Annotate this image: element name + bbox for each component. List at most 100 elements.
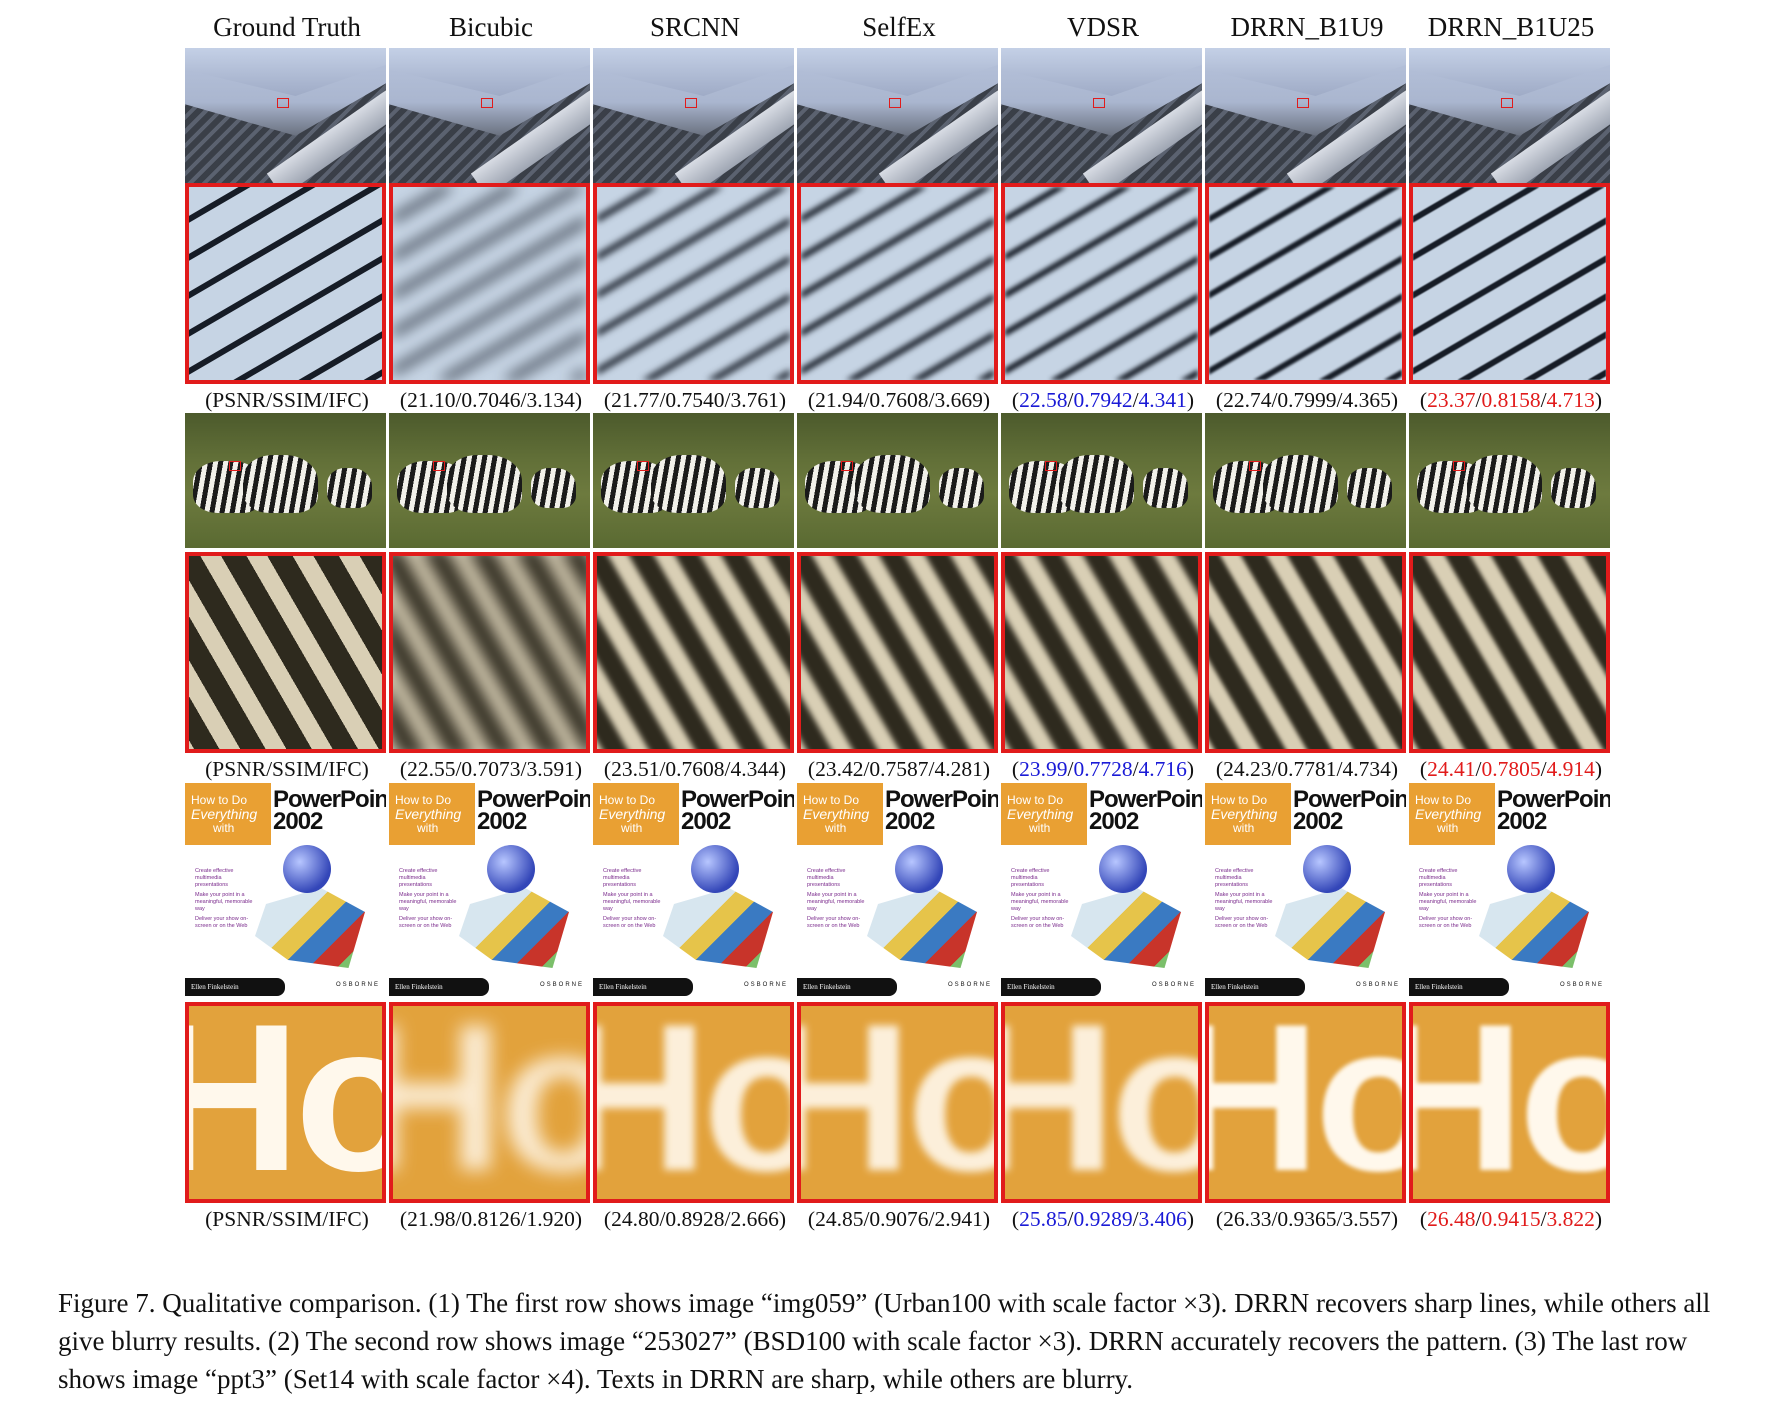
- sky-region: [1409, 48, 1610, 96]
- column-header: VDSR: [1066, 12, 1140, 42]
- metric-label: (24.85/0.9076/2.941): [807, 1207, 991, 1231]
- cover-how-to: How to Do: [803, 793, 860, 807]
- cover-publisher: OSBORNE: [1355, 982, 1400, 988]
- zebra-shape: [327, 468, 372, 508]
- zebra-shape: [243, 455, 318, 513]
- zoom-region-marker: [841, 461, 853, 471]
- cover-title: PowerPoint 2002: [1089, 788, 1202, 834]
- text-zoom-crop: Ho: [797, 1002, 998, 1203]
- zoom-region-marker: [637, 461, 649, 471]
- metric-value: 3.822: [1546, 1207, 1595, 1231]
- metric-value: 0.8158: [1481, 388, 1541, 412]
- building-thumbnail: [185, 48, 386, 183]
- metric-label: (21.94/0.7608/3.669): [807, 388, 991, 412]
- stripe-line: [502, 331, 586, 380]
- zebra-zoom-crop: [1409, 552, 1610, 753]
- column-headers: Ground Truth Bicubic SRCNN SelfEx VDSR D…: [185, 12, 1610, 52]
- metric-value: 3.406: [1138, 1207, 1187, 1231]
- stripe-line: [567, 369, 586, 380]
- column-header: SRCNN: [649, 12, 741, 42]
- cover-bullet: Make your point in a meaningful, memorab…: [603, 892, 661, 912]
- cover-series-text: How to Do Everything with: [395, 793, 461, 835]
- cover-bullet: Deliver your show on-screen or on the We…: [603, 916, 657, 929]
- book-cover-thumbnail: How to Do Everything with PowerPoint 2002 Cre…: [1205, 783, 1406, 998]
- book-cover-thumbnail: How to Do Everything with PowerPoint 2002 Cre…: [593, 783, 794, 998]
- cover-bullet: Create effective multimedia presentation…: [195, 868, 234, 888]
- building-thumbnail: [1205, 48, 1406, 183]
- metric-value: 0.7728: [1073, 757, 1133, 781]
- metric-value: 23.37: [1427, 388, 1476, 412]
- cover-series-text: How to Do Everything with: [1415, 793, 1481, 835]
- stripe-line: [597, 187, 659, 223]
- stripe-pattern: [597, 187, 790, 380]
- text-zoom-crop: Ho: [593, 1002, 794, 1203]
- cover-author: Ellen Finkelstein: [185, 978, 285, 996]
- figure-caption: Figure 7. Qualitative comparison. (1) Th…: [58, 1284, 1738, 1398]
- cover-illustration: [663, 888, 773, 968]
- cover-bullet: Make your point in a meaningful, memorab…: [1011, 892, 1069, 912]
- globe-illustration: [283, 845, 331, 893]
- metric-label: (23.37/0.8158/4.713): [1419, 388, 1603, 412]
- cover-everything: Everything: [1415, 806, 1482, 822]
- zoom-region-marker: [481, 98, 493, 108]
- zebra-pattern: [597, 556, 790, 749]
- column-header: Bicubic: [449, 12, 533, 42]
- cover-author: Ellen Finkelstein: [389, 978, 489, 996]
- cover-year: 2002: [273, 808, 323, 835]
- cover-title: PowerPoint 2002: [1497, 788, 1610, 834]
- column-header: DRRN_B1U25: [1427, 12, 1595, 42]
- metric-label: (PSNR/SSIM/IFC): [205, 1207, 369, 1231]
- cover-how-to: How to Do: [395, 793, 452, 807]
- stripe-line: [298, 331, 382, 380]
- cover-series-text: How to Do Everything with: [191, 793, 257, 835]
- cover-orange-block: How to Do Everything with: [593, 783, 679, 845]
- metric-value: 24.41: [1427, 757, 1476, 781]
- building-zoom-crop: [1409, 183, 1610, 384]
- metric-label: (23.42/0.7587/4.281): [807, 757, 991, 781]
- cover-series-text: How to Do Everything with: [599, 793, 665, 835]
- cover-how-to: How to Do: [1415, 793, 1472, 807]
- building-zoom-crop: [797, 183, 998, 384]
- text-zoom-crop: Ho: [1409, 1002, 1610, 1203]
- stripe-line: [1114, 331, 1198, 380]
- zebra-zoom-crop: [797, 552, 998, 753]
- stripe-line: [1318, 331, 1402, 380]
- stripe-pattern: [1413, 187, 1606, 380]
- building-thumbnail: [1409, 48, 1610, 183]
- cover-year: 2002: [1293, 808, 1343, 835]
- metric-label: (23.51/0.7608/4.344): [603, 757, 787, 781]
- cover-with: with: [825, 821, 847, 835]
- metric-label: (22.58/0.7942/4.341): [1011, 388, 1195, 412]
- zoom-region-marker: [1093, 98, 1105, 108]
- cover-illustration: [867, 888, 977, 968]
- cover-author: Ellen Finkelstein: [797, 978, 897, 996]
- building-zoom-crop: [1001, 183, 1202, 384]
- cover-title: PowerPoint 2002: [885, 788, 998, 835]
- cover-bullet: Deliver your show on-screen or on the We…: [1215, 916, 1269, 929]
- cover-how-to: How to Do: [599, 793, 656, 807]
- cover-bullet: Deliver your show on-screen or on the We…: [399, 916, 453, 929]
- cover-with: with: [213, 821, 235, 835]
- text-zoom-crop: Ho: [185, 1002, 386, 1203]
- sky-region: [1205, 48, 1406, 96]
- metric-label: (PSNR/SSIM/IFC): [205, 757, 369, 781]
- zebra-shape: [651, 455, 726, 513]
- cover-year: 2002: [885, 808, 935, 835]
- building-zoom-crop: [185, 183, 386, 384]
- cover-bullet: Create effective multimedia presentation…: [807, 868, 846, 888]
- metric-label: (22.55/0.7073/3.591): [399, 757, 583, 781]
- cover-everything: Everything: [395, 806, 462, 822]
- zebra-thumbnail: [1205, 413, 1406, 548]
- stripe-line: [233, 293, 382, 380]
- zebra-thumbnail: [389, 413, 590, 548]
- stripe-line: [1383, 369, 1402, 380]
- zoom-region-marker: [277, 98, 289, 108]
- stripe-line: [363, 369, 382, 380]
- cover-everything: Everything: [599, 806, 666, 822]
- zoom-region-marker: [1045, 461, 1057, 471]
- stripe-pattern: [189, 187, 382, 380]
- stripe-line: [706, 331, 790, 380]
- column-header: DRRN_B1U9: [1230, 12, 1384, 42]
- zebra-thumbnail: [1409, 413, 1610, 548]
- cover-author: Ellen Finkelstein: [1001, 978, 1101, 996]
